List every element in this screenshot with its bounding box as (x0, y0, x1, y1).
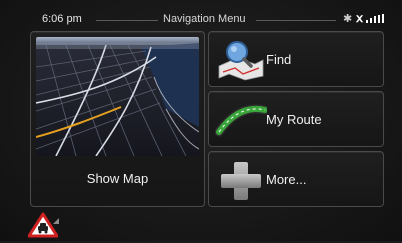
find-button[interactable]: Find (208, 31, 384, 87)
gps-satellite-icon: ⅹ (356, 11, 364, 25)
my-route-button[interactable]: My Route (208, 91, 384, 147)
status-divider-right (256, 20, 336, 21)
find-label: Find (266, 52, 292, 67)
more-label: More... (266, 172, 307, 187)
clock-time: 6:06 pm (42, 13, 82, 25)
magnifier-map-icon (215, 38, 267, 82)
signal-strength-icon (366, 13, 386, 23)
map-preview (36, 37, 199, 156)
route-arc-icon (214, 98, 270, 142)
my-route-label: My Route (266, 112, 322, 127)
status-divider-left (96, 20, 158, 21)
show-map-button[interactable]: Show Map (30, 31, 205, 207)
screen-title: Navigation Menu (163, 13, 246, 25)
warning-indicator-icon (53, 211, 59, 224)
plus-icon (215, 158, 267, 202)
bluetooth-icon: ✱ (343, 13, 353, 25)
show-map-label: Show Map (86, 171, 149, 186)
navigation-screen: 6:06 pm Navigation Menu ✱ ⅹ Show Map Fin… (0, 0, 402, 241)
more-button[interactable]: More... (208, 151, 384, 207)
